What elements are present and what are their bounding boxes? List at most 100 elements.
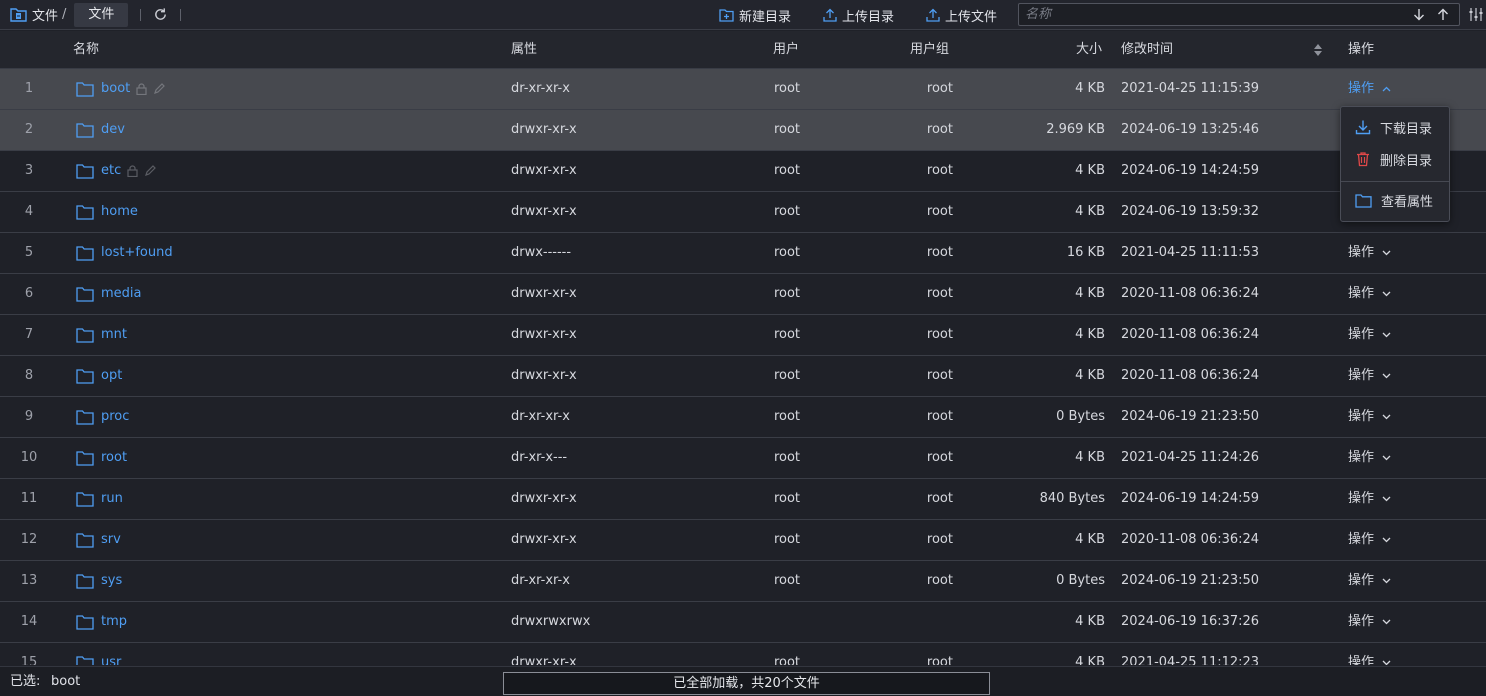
file-name-link[interactable]: tmp (101, 602, 127, 642)
operation-button[interactable]: 操作 (1348, 602, 1391, 642)
row-index: 8 (24, 368, 34, 383)
column-header-size[interactable]: 大小 (1076, 31, 1102, 69)
download-directory-menu-item[interactable]: 下载目录 (1341, 112, 1449, 142)
operation-button[interactable]: 操作 (1348, 356, 1391, 396)
table-row[interactable]: 5 lost+found drwx------ root root 16 KB 2021-0… (0, 233, 1486, 274)
file-size: 4 KB (1075, 81, 1105, 96)
upload-directory-button[interactable]: 上传目录 (823, 0, 894, 30)
file-attr: drwxr-xr-x (511, 368, 577, 383)
table-row[interactable]: 13 sys dr-xr-xr-x root root 0 Bytes 2024-06-19… (0, 561, 1486, 602)
table-row[interactable]: 11 run drwxr-xr-x root root 840 Bytes 2024-06-… (0, 479, 1486, 520)
operation-button[interactable]: 操作 (1348, 233, 1391, 273)
view-properties-label: 查看属性 (1381, 194, 1434, 210)
table-row[interactable]: 15 usr drwxr-xr-x root root 4 KB 2021-04-25 11… (0, 643, 1486, 665)
column-header-user[interactable]: 用户 (773, 31, 799, 69)
operation-button[interactable]: 操作 (1348, 479, 1391, 519)
table-row[interactable]: 2 dev drwxr-xr-x root root 2.969 KB 2024-06-19… (0, 110, 1486, 151)
search-prev-button[interactable] (1435, 7, 1451, 23)
row-index: 9 (24, 409, 34, 424)
breadcrumb-root[interactable]: 文件 (32, 5, 58, 24)
operation-button[interactable]: 操作 (1348, 520, 1391, 560)
table-row[interactable]: 9 proc dr-xr-xr-x root root 0 Bytes 2024-06-19… (0, 397, 1486, 438)
file-name-link[interactable]: srv (101, 520, 121, 560)
file-name-link[interactable]: mnt (101, 315, 127, 355)
file-name-cell[interactable]: dev (76, 110, 125, 150)
edit-icon[interactable] (144, 165, 157, 177)
breadcrumb-current-tab[interactable]: 文件 (74, 2, 129, 27)
edit-icon[interactable] (153, 83, 166, 95)
file-name-link[interactable]: run (101, 479, 123, 519)
file-name-cell[interactable]: proc (76, 397, 129, 437)
column-header-name[interactable]: 名称 (73, 31, 99, 69)
folder-icon (76, 123, 94, 138)
table-row[interactable]: 6 media drwxr-xr-x root root 4 KB 2020-11-08 0… (0, 274, 1486, 315)
column-header-op: 操作 (1348, 42, 1375, 57)
file-name-cell[interactable]: sys (76, 561, 122, 601)
column-header-group[interactable]: 用户组 (910, 31, 949, 69)
table-row[interactable]: 8 opt drwxr-xr-x root root 4 KB 2020-11-08 06:… (0, 356, 1486, 397)
file-name-link[interactable]: dev (101, 110, 125, 150)
lock-icon[interactable] (127, 165, 138, 177)
file-name-link[interactable]: proc (101, 397, 129, 437)
operation-button[interactable]: 操作 (1348, 643, 1391, 665)
table-row[interactable]: 12 srv drwxr-xr-x root root 4 KB 2020-11-08 06… (0, 520, 1486, 561)
file-name-link[interactable]: media (101, 274, 142, 314)
file-name-cell[interactable]: run (76, 479, 123, 519)
file-mtime: 2021-04-25 11:15:39 (1121, 81, 1260, 96)
table-row[interactable]: 7 mnt drwxr-xr-x root root 4 KB 2020-11-08 06:… (0, 315, 1486, 356)
file-name-cell[interactable]: usr (76, 643, 121, 665)
table-row[interactable]: 4 home drwxr-xr-x root root 4 KB 2024-06-19 13… (0, 192, 1486, 233)
file-name-link[interactable]: sys (101, 561, 122, 601)
upload-directory-label: 上传目录 (842, 9, 895, 25)
operation-button[interactable]: 操作 (1348, 438, 1391, 478)
file-name-cell[interactable]: mnt (76, 315, 127, 355)
file-mtime: 2024-06-19 21:23:50 (1121, 573, 1260, 588)
lock-icon[interactable] (136, 83, 147, 95)
file-name-cell[interactable]: tmp (76, 602, 127, 642)
search-next-button[interactable] (1411, 7, 1427, 23)
file-name-cell[interactable]: home (76, 192, 138, 232)
operation-label: 操作 (1348, 614, 1375, 629)
file-name-link[interactable]: boot (101, 69, 130, 109)
download-icon (1355, 120, 1371, 135)
operation-label: 操作 (1348, 81, 1375, 96)
table-row[interactable]: 10 root dr-xr-x--- root root 4 KB 2021-04-25 1… (0, 438, 1486, 479)
file-name-link[interactable]: usr (101, 643, 121, 665)
operation-button[interactable]: 操作 (1348, 397, 1391, 437)
file-mtime: 2020-11-08 06:36:24 (1121, 532, 1260, 547)
file-mtime: 2021-04-25 11:12:23 (1121, 655, 1260, 665)
operation-button[interactable]: 操作 (1348, 315, 1391, 355)
file-user: root (773, 368, 801, 383)
operation-button[interactable]: 操作 (1348, 69, 1391, 109)
table-row[interactable]: 1 boot dr-xr-xr-x root root 4 KB 2021-04-25 11… (0, 69, 1486, 110)
file-name-cell[interactable]: srv (76, 520, 121, 560)
file-name-cell[interactable]: root (76, 438, 127, 478)
column-header-attr[interactable]: 属性 (511, 31, 537, 69)
file-name-cell[interactable]: media (76, 274, 142, 314)
file-name-cell[interactable]: etc (76, 151, 157, 191)
upload-file-button[interactable]: 上传文件 (926, 0, 997, 30)
table-row[interactable]: 14 tmp drwxrwxrwx 4 KB 2024-06-19 16:37:26 操作 (0, 602, 1486, 643)
file-name-link[interactable]: opt (101, 356, 122, 396)
refresh-button[interactable] (153, 7, 168, 22)
file-name-cell[interactable]: lost+found (76, 233, 173, 273)
delete-directory-menu-item[interactable]: 删除目录 (1341, 144, 1449, 174)
operation-button[interactable]: 操作 (1348, 561, 1391, 601)
search-input[interactable] (1019, 4, 1411, 25)
file-name-cell[interactable]: opt (76, 356, 122, 396)
file-name-link[interactable]: lost+found (101, 233, 173, 273)
operation-button[interactable]: 操作 (1348, 274, 1391, 314)
column-settings-icon[interactable] (1468, 7, 1484, 22)
file-name-cell[interactable]: boot (76, 69, 166, 109)
file-name-link[interactable]: etc (101, 151, 121, 191)
sort-icon[interactable] (1313, 43, 1323, 57)
file-name-link[interactable]: root (101, 438, 127, 478)
file-name-link[interactable]: home (101, 192, 138, 232)
view-properties-menu-item[interactable]: 查看属性 (1341, 185, 1449, 215)
new-directory-button[interactable]: 新建目录 (719, 0, 791, 30)
file-size: 840 Bytes (1039, 491, 1105, 506)
table-row[interactable]: 3 etc drwxr-xr-x root root 4 KB 2024-06-19 14:… (0, 151, 1486, 192)
folder-icon (76, 410, 94, 425)
column-header-mtime[interactable]: 修改时间 (1121, 31, 1173, 69)
folder-icon (76, 164, 94, 179)
